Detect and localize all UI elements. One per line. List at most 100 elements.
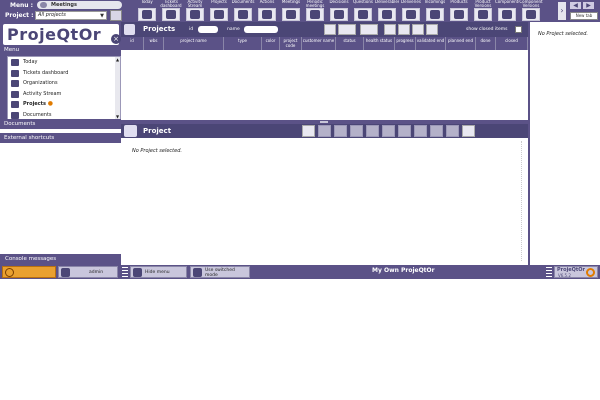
organizations-icon [11,80,19,87]
today-icon [138,8,156,21]
components-icon [498,8,516,21]
toolbar-item-today[interactable]: Today [135,0,159,22]
toolbar-item-component-versions[interactable]: Component Versions [519,0,543,22]
detail-scrollbar[interactable] [521,141,526,261]
about-button[interactable]: ProjeQtOr V6.5.2 [554,266,598,278]
show-closed-checkbox[interactable] [515,26,522,33]
column-header[interactable]: color [262,37,280,50]
activity-stream-icon [186,8,204,21]
today-icon [11,59,19,66]
column-header[interactable]: done [476,37,496,50]
toolbar-item-tickets-dashboard[interactable]: Tickets dashboard [159,0,183,22]
columns-icon[interactable] [360,24,378,35]
pdf-icon[interactable] [398,24,410,35]
print-icon[interactable] [384,24,396,35]
resize-grip[interactable] [320,121,328,123]
console-messages-title[interactable]: Console messages [0,254,121,265]
menu-section-title[interactable]: Menu [0,45,121,55]
add-icon[interactable] [426,24,438,35]
decisions-icon [330,8,348,21]
grip-icon[interactable] [546,267,552,277]
hide-menu-button[interactable]: Hide menu [130,266,187,278]
arrow-left-icon[interactable]: ◀ [570,2,581,9]
column-header[interactable]: progress [395,37,416,50]
meetings-icon [282,8,300,21]
chevron-down-icon: ▼ [100,13,104,19]
instance-name: My Own ProjeQtOr [372,267,435,274]
column-header[interactable]: validated end [416,37,446,50]
products-icon [450,8,468,21]
project-selector-parameters-button[interactable] [110,10,122,21]
hide-menu-icon [133,268,142,277]
toolbar-item-actions[interactable]: Actions [255,0,279,22]
toolbar-item-periodic-meetings[interactable]: Periodic meetings [303,0,327,22]
menu-item-projects[interactable]: Projects ● [8,99,120,110]
toolbar-item-questions[interactable]: Questions [351,0,375,22]
toolbar-item-projects[interactable]: Projects [207,0,231,22]
new-item-icon[interactable] [302,125,315,137]
column-header[interactable]: type [224,37,262,50]
filter-icon[interactable] [338,24,356,35]
column-header[interactable]: status [336,37,364,50]
switched-mode-label: Use switched mode [205,268,235,278]
menu-selector[interactable]: Meetings [37,1,122,9]
menu-item-activity-stream[interactable]: Activity Stream [8,89,120,100]
chevron-right-icon[interactable]: › [558,2,566,20]
arrow-right-icon[interactable]: ▶ [583,2,594,9]
search-icon[interactable] [324,24,336,35]
column-header[interactable]: project code [280,37,302,50]
project-select[interactable]: All projects ▼ [35,11,107,20]
grid-header: id wbs project name type color project c… [121,37,528,50]
show-closed-label: show closed items [466,27,508,32]
csv-export-icon[interactable] [412,24,424,35]
new-tab-button[interactable]: New tab [570,12,598,20]
disconnect-button[interactable] [2,266,56,278]
toolbar-item-components[interactable]: Components [495,0,519,22]
switched-mode-button[interactable]: Use switched mode [190,266,250,278]
column-header[interactable]: health status [364,37,395,50]
documents-section-title[interactable]: Documents [0,119,121,129]
deliverables-icon [378,8,396,21]
toolbar-item-meetings[interactable]: Meetings [279,0,303,22]
detail-body: No Project selected. [121,138,528,265]
menu-item-tickets-dashboard[interactable]: Tickets dashboard [8,68,120,79]
toolbar-item-products[interactable]: Products [447,0,471,22]
grip-icon[interactable] [122,267,128,277]
toolbar-item-documents[interactable]: Documents [231,0,255,22]
toolbar-item-deliverables[interactable]: Deliverables [375,0,399,22]
external-shortcuts-title[interactable]: External shortcuts [0,133,121,143]
user-button[interactable]: admin [58,266,118,278]
menu-label: Menu : [10,2,34,9]
column-header[interactable]: planned end [446,37,476,50]
hide-menu-label: Hide menu [145,270,170,275]
column-header[interactable]: closed [496,37,528,50]
pdf-icon [350,125,363,137]
projects-icon [210,8,228,21]
menu-scrollbar[interactable]: ▲ ▼ [115,57,120,119]
menu-item-organizations[interactable]: Organizations [8,78,120,89]
id-filter-input[interactable] [198,26,218,33]
logo-text: ProjeQtOr [7,25,102,44]
tickets-dashboard-icon [162,8,180,21]
grid-body [121,50,528,120]
status-bar: admin Hide menu Use switched mode My Own… [0,265,600,279]
toolbar-item-incomings[interactable]: Incomings [423,0,447,22]
app-logo: ProjeQtOr × [3,24,121,45]
menu-item-today[interactable]: Today [8,57,120,68]
copy-icon [366,125,379,137]
multiple-update-icon[interactable] [462,125,475,137]
favorite-star-icon: ● [47,100,54,107]
name-filter-input[interactable] [244,26,278,33]
column-header[interactable]: id [121,37,144,50]
close-icon[interactable]: × [111,34,121,44]
column-header[interactable]: project name [164,37,224,50]
toolbar-item-decisions[interactable]: Decisions [327,0,351,22]
toolbar-item-product-versions[interactable]: Product Versions [471,0,495,22]
toolbar-item-deliveries[interactable]: Deliveries [399,0,423,22]
right-pane: No Project selected. [528,22,600,265]
toolbar-item-activity-stream[interactable]: Activity Stream [183,0,207,22]
column-header[interactable]: wbs [144,37,164,50]
meetings-icon [40,2,47,8]
projects-icon [124,24,135,35]
column-header[interactable]: customer name [302,37,336,50]
